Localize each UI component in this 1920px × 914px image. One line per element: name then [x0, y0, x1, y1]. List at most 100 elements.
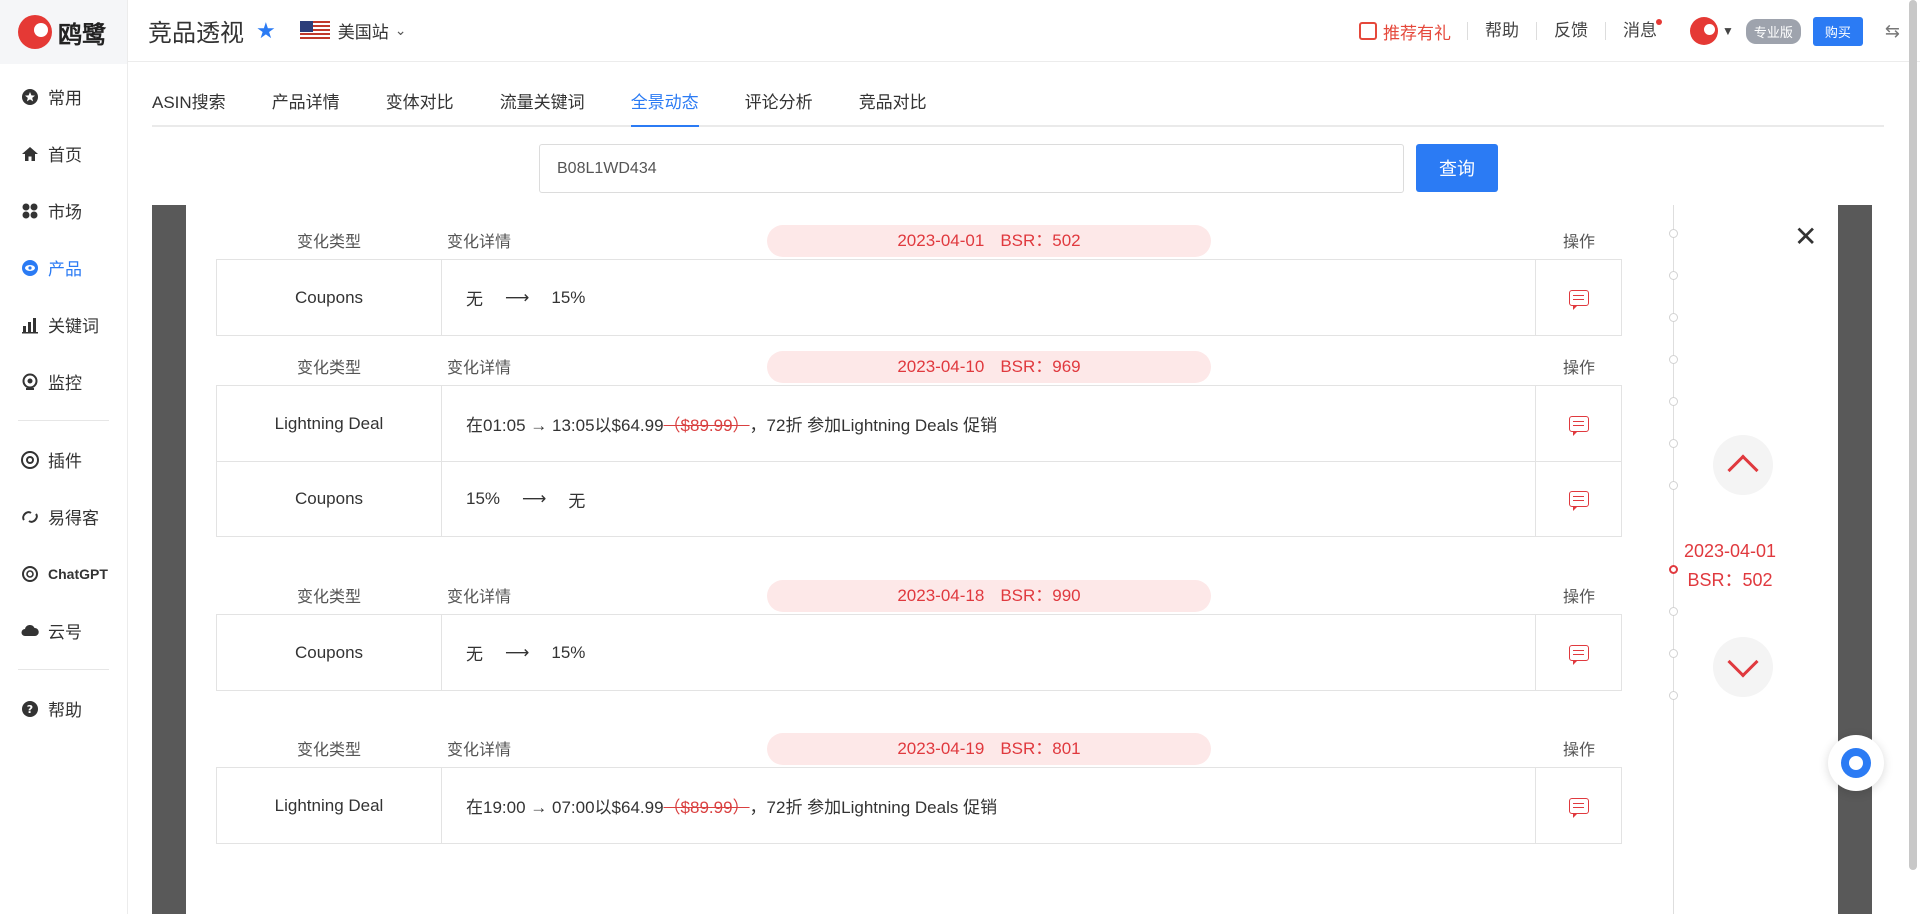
op-cell: [1536, 386, 1621, 461]
tab-panorama[interactable]: 全景动态: [630, 76, 699, 127]
sidebar-item-监控[interactable]: 监控: [0, 353, 127, 410]
group-date: 2023-04-18: [897, 586, 985, 605]
op-cell: [1536, 768, 1621, 843]
from-value: 15%: [466, 489, 501, 508]
tab-review-analysis[interactable]: 评论分析: [745, 76, 813, 125]
customer-service-button[interactable]: [1828, 735, 1884, 791]
group-date: 2023-04-19: [897, 739, 985, 758]
gift-icon: [1358, 22, 1377, 40]
chevron-down-icon[interactable]: ⌄: [395, 22, 407, 39]
help-icon: ?: [20, 699, 40, 719]
timeline-dot[interactable]: [1669, 607, 1678, 616]
group-header: 变化类型 变化详情 2023-04-10 BSR：969 操作: [216, 331, 1622, 385]
date-bsr-pill: 2023-04-01 BSR：502: [767, 225, 1211, 257]
comment-icon[interactable]: [1568, 415, 1589, 436]
buy-button[interactable]: 购买: [1812, 16, 1863, 46]
home-icon: [20, 144, 40, 164]
sidebar-item-label: 帮助: [48, 701, 82, 720]
deal-text: 在19:00 → 07:00以$64.99: [466, 798, 664, 817]
logo-icon: [18, 15, 52, 49]
comment-icon[interactable]: [1568, 644, 1589, 665]
tab-competitor-compare[interactable]: 竞品对比: [859, 76, 927, 125]
change-type: Coupons: [217, 615, 442, 690]
referral-link[interactable]: 推荐有礼: [1358, 19, 1451, 44]
messages-link[interactable]: 消息: [1604, 19, 1674, 40]
avatar[interactable]: [1689, 17, 1718, 45]
group-bsr: BSR：969: [1000, 357, 1081, 376]
svg-text:?: ?: [27, 703, 33, 716]
link-icon: [20, 507, 40, 527]
timeline-dot[interactable]: [1669, 397, 1678, 406]
timeline-dot[interactable]: [1669, 355, 1678, 364]
tab-product-detail[interactable]: 产品详情: [272, 76, 340, 125]
asin-search-input[interactable]: [539, 144, 1404, 193]
chevron-up-icon: [1727, 454, 1759, 486]
op-cell: [1536, 462, 1621, 536]
timeline-dot[interactable]: [1669, 271, 1678, 280]
arrow-right-icon: ⟶: [505, 642, 530, 662]
switch-icon[interactable]: ⇆: [1885, 21, 1900, 42]
timeline-dot[interactable]: [1669, 229, 1678, 238]
bar-chart-icon: [20, 315, 40, 335]
sidebar-item-插件[interactable]: 插件: [0, 431, 127, 488]
app-logo[interactable]: 鸥鹭: [0, 0, 127, 64]
col-type-header: 变化类型: [296, 234, 361, 251]
tab-asin-search[interactable]: ASIN搜索: [152, 76, 226, 125]
camera-icon: [20, 372, 40, 392]
col-type-header: 变化类型: [296, 589, 361, 606]
change-detail: 在01:05 → 13:05以$64.99 （$89.99） ，72折 参加Ligh…: [442, 386, 1536, 461]
sidebar-item-label: 关键词: [48, 317, 99, 336]
group-rows: Lightning Deal 在19:00 → 07:00以$64.99 （$89…: [216, 767, 1622, 844]
favorite-star-icon[interactable]: ★: [256, 18, 276, 44]
sidebar-item-首页[interactable]: 首页: [0, 125, 127, 182]
timeline-dot[interactable]: [1669, 649, 1678, 658]
timeline-dot[interactable]: [1669, 313, 1678, 322]
change-detail: 15% ⟶ 无: [442, 462, 1536, 536]
tab-variant-compare[interactable]: 变体对比: [386, 76, 454, 125]
sidebar-item-云号[interactable]: 云号: [0, 602, 127, 659]
sidebar-divider: [18, 669, 109, 670]
timeline-dot[interactable]: [1669, 481, 1678, 490]
sidebar-item-易得客[interactable]: 易得客: [0, 488, 127, 545]
comment-icon[interactable]: [1568, 797, 1589, 818]
sidebar-item-label: 产品: [48, 260, 82, 279]
comment-icon[interactable]: [1568, 289, 1589, 310]
group-bsr: BSR：801: [1000, 739, 1081, 758]
from-value: 无: [466, 645, 483, 664]
help-link[interactable]: 帮助: [1466, 22, 1536, 40]
group-rows: Coupons 无 ⟶ 15%: [216, 614, 1622, 691]
table-row: Coupons 无 ⟶ 15%: [217, 615, 1621, 690]
tab-traffic-keywords[interactable]: 流量关键词: [500, 76, 585, 125]
timeline-prev-button[interactable]: [1713, 435, 1773, 495]
sidebar-item-常用[interactable]: 常用: [0, 68, 127, 125]
timeline-dot[interactable]: [1669, 439, 1678, 448]
search-button[interactable]: 查询: [1416, 144, 1498, 192]
col-detail-header: 变化详情: [447, 234, 512, 251]
sidebar: 鸥鹭 常用 首页 市场 产品 关键词 监控 插件 易得客 ChatGPT 云号 …: [0, 0, 128, 914]
group-bsr: BSR：502: [1000, 231, 1081, 250]
feedback-link[interactable]: 反馈: [1535, 22, 1605, 40]
sidebar-item-帮助[interactable]: ? 帮助: [0, 680, 127, 737]
change-detail: 在19:00 → 07:00以$64.99 （$89.99） ，72折 参加Ligh…: [442, 768, 1536, 843]
col-detail-header: 变化详情: [447, 589, 512, 606]
timeline-next-button[interactable]: [1713, 637, 1773, 697]
sidebar-item-关键词[interactable]: 关键词: [0, 296, 127, 353]
modal-backdrop-right: [1838, 205, 1872, 914]
change-group: 变化类型 变化详情 2023-04-19 BSR：801 操作 Lightning…: [216, 713, 1622, 844]
change-type: Coupons: [217, 462, 442, 536]
timeline-dot[interactable]: [1669, 691, 1678, 700]
comment-icon[interactable]: [1568, 491, 1589, 511]
sidebar-item-产品[interactable]: 产品: [0, 239, 127, 296]
original-price: （$89.99）: [663, 416, 750, 435]
group-date: 2023-04-10: [897, 357, 985, 376]
close-icon[interactable]: ✕: [1794, 223, 1817, 251]
change-type: Lightning Deal: [217, 768, 442, 843]
arrow-right-icon: ⟶: [522, 489, 547, 508]
star-circle-icon: [20, 87, 40, 107]
caret-down-icon[interactable]: ▼: [1722, 24, 1734, 38]
group-date: 2023-04-01: [897, 231, 985, 250]
site-selector[interactable]: 美国站: [338, 18, 389, 43]
sidebar-item-市场[interactable]: 市场: [0, 182, 127, 239]
page-scrollbar[interactable]: [1909, 0, 1917, 870]
sidebar-item-chatgpt[interactable]: ChatGPT: [0, 545, 127, 602]
